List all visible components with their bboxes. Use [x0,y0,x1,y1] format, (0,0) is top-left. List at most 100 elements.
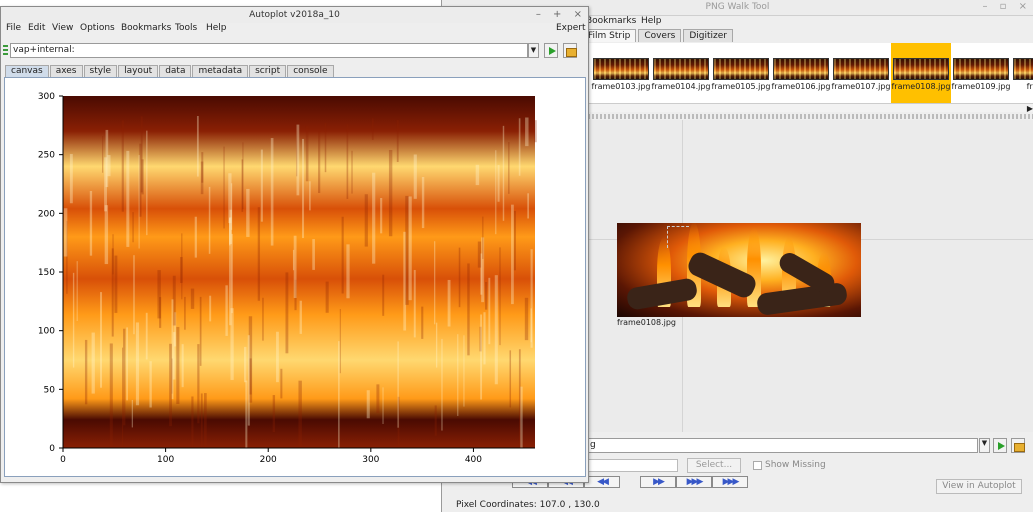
heatmap-streak [104,157,107,212]
heatmap-streak [298,380,302,448]
tab-canvas[interactable]: canvas [5,65,49,77]
heatmap-streak [312,239,315,270]
heatmap-streak [69,153,73,204]
tab-metadata[interactable]: metadata [192,65,249,77]
drag-handle-icon[interactable] [3,45,8,56]
y-tick-label: 300 [38,92,55,102]
heatmap-streak [518,118,521,176]
heatmap-streak [483,312,486,365]
menu-bookmarks[interactable]: Bookmarks [586,16,636,26]
heatmap-streak [114,255,118,313]
maximize-icon[interactable]: ▫ [1000,1,1007,12]
frame-thumbnail [833,58,889,80]
tab-console[interactable]: console [287,65,334,77]
minimize-icon[interactable]: – [536,9,541,20]
film-strip-scrollbar[interactable]: ▶ [588,103,1033,113]
menu-bookmarks[interactable]: Bookmarks [121,23,171,33]
menu-file[interactable]: File [6,23,21,33]
heatmap-streak [513,210,516,271]
y-tick-label: 200 [38,209,55,219]
autoplot-title: Autoplot v2018a_10 [249,10,340,20]
film-frame[interactable]: frame0103.jpg [591,43,651,103]
heatmap-streak [488,277,491,345]
x-tick-label: 300 [362,455,379,465]
template-dropdown-button[interactable]: ▼ [979,438,990,453]
film-frame[interactable]: frame0 [1011,43,1033,103]
split-divider[interactable] [588,114,1033,119]
heatmap-streak [181,344,184,388]
heatmap-streak [502,125,505,221]
maximize-icon[interactable]: + [553,9,561,20]
tab-covers[interactable]: Covers [638,29,682,42]
pngwalk-go-button[interactable] [993,438,1007,453]
heatmap-streak [364,194,368,247]
heatmap-streak [231,233,233,314]
minimize-icon[interactable]: – [982,1,987,12]
heatmap-streak [89,190,93,256]
film-frame[interactable]: frame0105.jpg [711,43,771,103]
close-icon[interactable]: × [574,9,582,20]
heatmap-plot[interactable]: 0 100 200 300 400 0 50 100 150 200 250 300 [5,78,585,476]
heatmap-streak [405,195,409,305]
heatmap-streak [499,247,501,346]
heatmap-streak [421,306,424,339]
tab-film-strip[interactable]: Film Strip [582,29,637,42]
last-frame-button[interactable]: ▶▶▶ [712,476,748,488]
heatmap-streak [141,159,144,195]
heatmap-streak [133,255,135,335]
menu-help[interactable]: Help [641,16,662,26]
heatmap-streak [91,332,95,394]
show-missing-checkbox[interactable] [753,461,762,470]
tab-layout[interactable]: layout [118,65,159,77]
prev-frame-button[interactable]: ◀◀ [584,476,620,488]
view-in-autoplot-button[interactable]: View in Autoplot [936,479,1022,494]
select-button[interactable]: Select... [687,458,741,473]
frame-thumbnail [653,58,709,80]
film-frame[interactable]: frame0104.jpg [651,43,711,103]
tab-data[interactable]: data [159,65,192,77]
template-combo[interactable]: g [588,438,978,453]
close-icon[interactable]: × [1019,1,1027,12]
heatmap-streak [341,216,344,294]
next-page-button[interactable]: ▶▶▶ [676,476,712,488]
heatmap-streak [525,117,529,147]
tab-digitizer[interactable]: Digitizer [683,29,733,42]
plot-go-button[interactable] [544,43,558,58]
heatmap-streak [247,335,250,426]
frame-label: frame0107.jpg [831,82,891,91]
heatmap-streak [285,272,289,354]
uri-dropdown-button[interactable]: ▼ [528,43,539,58]
heatmap-streak [485,281,488,310]
expert-menu[interactable]: Expert [556,23,586,33]
next-frame-button[interactable]: ▶▶ [640,476,676,488]
tab-script[interactable]: script [249,65,287,77]
heatmap-streak [441,338,443,431]
menu-help[interactable]: Help [206,23,227,33]
heatmap-streak [463,335,465,407]
heatmap-streak [309,181,311,211]
film-frame[interactable]: frame0109.jpg [951,43,1011,103]
frame-label: frame0104.jpg [651,82,711,91]
open-folder-button[interactable] [563,43,577,58]
tab-axes[interactable]: axes [49,65,83,77]
pngwalk-open-folder-button[interactable] [1011,438,1025,453]
heatmap-streak [109,343,113,447]
film-frame[interactable]: frame0106.jpg [771,43,831,103]
sequence-field[interactable] [588,459,678,472]
heatmap-streak [132,212,134,243]
scroll-right-icon[interactable]: ▶ [1027,104,1033,113]
selected-frame-image[interactable] [617,223,861,317]
heatmap-streak [293,235,297,298]
menu-options[interactable]: Options [80,23,115,33]
menu-edit[interactable]: Edit [28,23,45,33]
menu-view[interactable]: View [52,23,73,33]
tab-style[interactable]: style [83,65,118,77]
film-frame-selected[interactable]: frame0108.jpg [891,43,951,103]
menu-tools[interactable]: Tools [175,23,197,33]
show-missing-label: Show Missing [765,460,826,470]
heatmap-streak [246,188,250,237]
uri-field[interactable]: vap+internal: [10,43,528,58]
plot-canvas[interactable]: 0 100 200 300 400 0 50 100 150 200 250 300 [4,77,586,477]
film-frame[interactable]: frame0107.jpg [831,43,891,103]
selected-frame-caption: frame0108.jpg [617,318,677,327]
